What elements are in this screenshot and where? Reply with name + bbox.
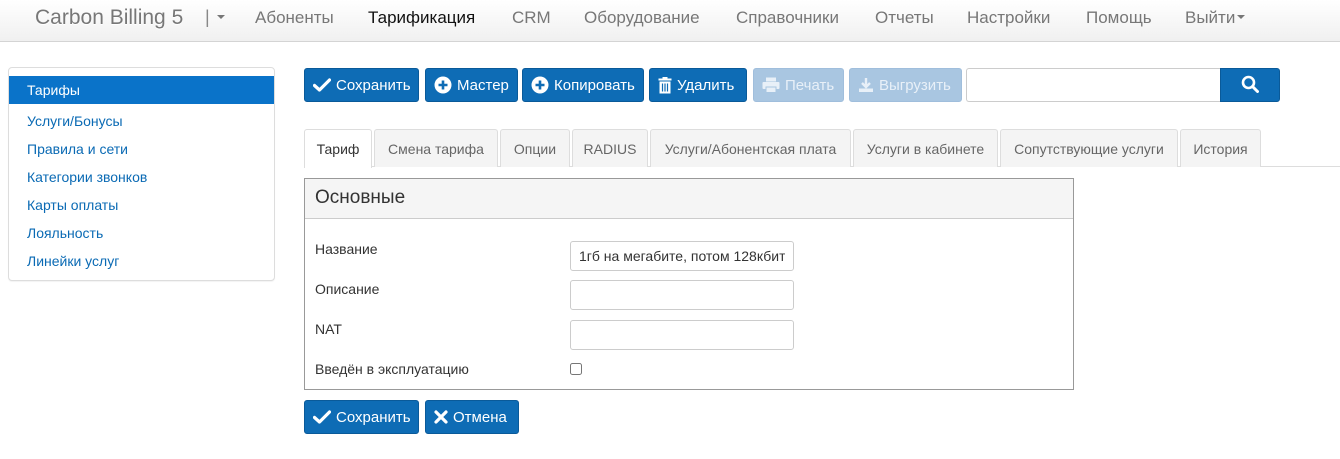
- trash-icon: [658, 76, 672, 94]
- wizard-button-label: Мастер: [457, 76, 509, 94]
- print-button-label: Печать: [785, 76, 835, 94]
- sidebar: Тарифы Услуги/Бонусы Правила и сети Кате…: [8, 67, 275, 281]
- cancel-button-label: Отмена: [453, 408, 507, 426]
- tab-radius[interactable]: RADIUS: [572, 129, 648, 167]
- checkmark-icon: [313, 78, 331, 92]
- footer-save-button-label: Сохранить: [336, 408, 411, 426]
- in-operation-label: Введён в эксплуатацию: [315, 361, 469, 377]
- export-button-label: Выгрузить: [879, 76, 951, 94]
- tab-services-subscription-fee[interactable]: Услуги/Абонентская плата: [650, 129, 851, 167]
- copy-button[interactable]: Копировать: [522, 68, 644, 102]
- description-input[interactable]: [570, 280, 794, 310]
- cancel-button[interactable]: Отмена: [425, 400, 519, 434]
- description-label: Описание: [315, 281, 380, 297]
- main-panel: Основные Название Описание NAT Введён в …: [304, 178, 1074, 390]
- nav-item-tariffing[interactable]: Тарификация: [368, 8, 475, 28]
- sidebar-item-rules-networks[interactable]: Правила и сети: [9, 135, 274, 163]
- nav-item-subscribers[interactable]: Абоненты: [255, 8, 334, 28]
- printer-icon: [762, 77, 780, 93]
- tab-related-services[interactable]: Сопутствующие услуги: [1000, 129, 1178, 167]
- top-navbar: Carbon Billing 5 | Абоненты Тарификация …: [0, 0, 1340, 42]
- checkmark-icon: [313, 410, 331, 424]
- nat-label: NAT: [315, 321, 342, 337]
- wizard-button[interactable]: Мастер: [425, 68, 518, 102]
- tab-tariff[interactable]: Тариф: [304, 129, 372, 168]
- delete-button-label: Удалить: [677, 76, 735, 94]
- sidebar-item-tariffs[interactable]: Тарифы: [9, 76, 274, 104]
- copy-button-label: Копировать: [554, 76, 635, 94]
- search-input[interactable]: [966, 68, 1221, 102]
- sidebar-item-services-bonuses[interactable]: Услуги/Бонусы: [9, 107, 274, 135]
- search-icon: [1241, 75, 1259, 96]
- tab-options[interactable]: Опции: [500, 129, 570, 167]
- save-button[interactable]: Сохранить: [304, 68, 419, 102]
- close-icon: [434, 410, 448, 424]
- panel-title: Основные: [305, 179, 1073, 219]
- brand-separator: |: [205, 7, 210, 27]
- nav-item-crm[interactable]: CRM: [512, 8, 551, 28]
- nav-item-logout-label: Выйти: [1185, 8, 1236, 27]
- nav-item-help[interactable]: Помощь: [1086, 8, 1152, 28]
- sidebar-item-payment-cards[interactable]: Карты оплаты: [9, 191, 274, 219]
- sidebar-item-service-lines[interactable]: Линейки услуг: [9, 247, 274, 275]
- search-button[interactable]: [1220, 68, 1280, 102]
- nav-item-directories[interactable]: Справочники: [736, 8, 839, 28]
- nav-item-logout[interactable]: Выйти: [1185, 8, 1246, 28]
- tab-history[interactable]: История: [1180, 129, 1261, 167]
- in-operation-checkbox[interactable]: [570, 363, 582, 375]
- name-input[interactable]: [570, 241, 794, 271]
- footer-save-button[interactable]: Сохранить: [304, 400, 419, 434]
- nav-item-reports[interactable]: Отчеты: [875, 8, 934, 28]
- delete-button[interactable]: Удалить: [649, 68, 747, 102]
- chevron-down-icon: [1237, 14, 1246, 19]
- tab-tariff-change[interactable]: Смена тарифа: [374, 129, 498, 167]
- export-button[interactable]: Выгрузить: [849, 68, 962, 102]
- print-button[interactable]: Печать: [753, 68, 844, 102]
- sidebar-item-call-categories[interactable]: Категории звонков: [9, 163, 274, 191]
- nat-input[interactable]: [570, 320, 794, 350]
- download-icon: [858, 77, 874, 93]
- chevron-down-icon[interactable]: [217, 15, 225, 19]
- nav-item-settings[interactable]: Настройки: [967, 8, 1050, 28]
- name-label: Название: [315, 241, 378, 257]
- plus-circle-icon: [434, 76, 452, 94]
- nav-item-equipment[interactable]: Оборудование: [584, 8, 700, 28]
- tab-services-cabinet[interactable]: Услуги в кабинете: [853, 129, 998, 167]
- sidebar-item-loyalty[interactable]: Лояльность: [9, 219, 274, 247]
- plus-circle-icon: [531, 76, 549, 94]
- brand-title[interactable]: Carbon Billing 5: [35, 6, 183, 30]
- save-button-label: Сохранить: [336, 76, 411, 94]
